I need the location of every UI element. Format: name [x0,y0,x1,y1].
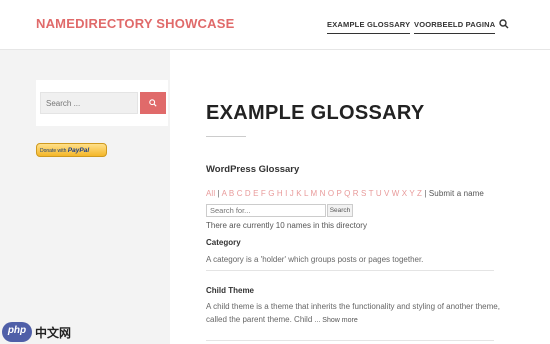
paypal-donate-button[interactable]: Donate with PayPal [36,143,107,157]
entry-divider [206,270,494,271]
alpha-link[interactable]: R [353,189,359,198]
paypal-logo: PayPal [67,147,90,154]
watermark-text: 中文网 [35,326,72,340]
page-title: EXAMPLE GLOSSARY [206,102,425,124]
glossary-search-button[interactable]: Search [327,204,353,217]
glossary-title: WordPress Glossary [206,164,300,175]
alpha-link[interactable]: T [369,189,374,198]
alpha-link[interactable]: V [384,189,389,198]
alpha-link[interactable]: I [285,189,287,198]
alphabet-index: All | A B C D E F G H I J K L M N O P Q … [206,189,484,198]
alpha-link[interactable]: U [376,189,382,198]
entry-term: Category [206,238,241,247]
entry-term: Child Theme [206,286,255,295]
alpha-link[interactable]: N [320,189,326,198]
entry-divider [206,340,494,341]
alpha-link[interactable]: Y [409,189,414,198]
alpha-link[interactable]: X [402,189,407,198]
alpha-link[interactable]: P [337,189,342,198]
alpha-link[interactable]: H [277,189,283,198]
alpha-link[interactable]: Z [417,189,422,198]
alpha-link[interactable]: O [328,189,334,198]
sidebar-search-button[interactable] [140,92,166,114]
alpha-link[interactable]: D [245,189,251,198]
alpha-link[interactable]: S [361,189,366,198]
paypal-prefix: Donate with [40,148,67,154]
alpha-link[interactable]: E [253,189,258,198]
entry-count: There are currently 10 names in this dir… [206,221,367,230]
alpha-link[interactable]: Q [344,189,350,198]
site-title[interactable]: NAMEDIRECTORY SHOWCASE [36,16,234,31]
submit-name-link[interactable]: Submit a name [429,189,484,198]
entry-description: A child theme is a theme that inherits t… [206,300,506,327]
alpha-link[interactable]: L [304,189,308,198]
php-logo: php [2,322,32,342]
show-more-link[interactable]: ... Show more [315,317,358,324]
search-icon[interactable] [499,19,509,29]
alpha-link[interactable]: A [222,189,227,198]
glossary-search-input[interactable] [206,204,326,217]
alpha-link[interactable]: C [237,189,243,198]
main-content: EXAMPLE GLOSSARY WordPress Glossary All … [170,50,550,344]
site-header: NAMEDIRECTORY SHOWCASE EXAMPLE GLOSSARY … [0,0,550,50]
alpha-link[interactable]: G [268,189,274,198]
alpha-link[interactable]: W [392,189,400,198]
nav-voorbeeld-pagina[interactable]: VOORBEELD PAGINA [414,20,496,34]
entry-description: A category is a 'holder' which groups po… [206,255,424,264]
alpha-link[interactable]: F [261,189,266,198]
alpha-link[interactable]: M [311,189,318,198]
alpha-link[interactable]: B [229,189,234,198]
sidebar-search-input[interactable] [40,92,138,114]
nav-example-glossary[interactable]: EXAMPLE GLOSSARY [327,20,411,34]
search-icon [149,99,157,107]
site-watermark: php 中文网 [2,322,90,342]
alpha-link-all[interactable]: All [206,189,215,198]
title-divider [206,136,246,137]
alpha-link[interactable]: K [296,189,301,198]
alpha-link[interactable]: J [290,189,294,198]
sidebar-search-widget [36,80,168,126]
